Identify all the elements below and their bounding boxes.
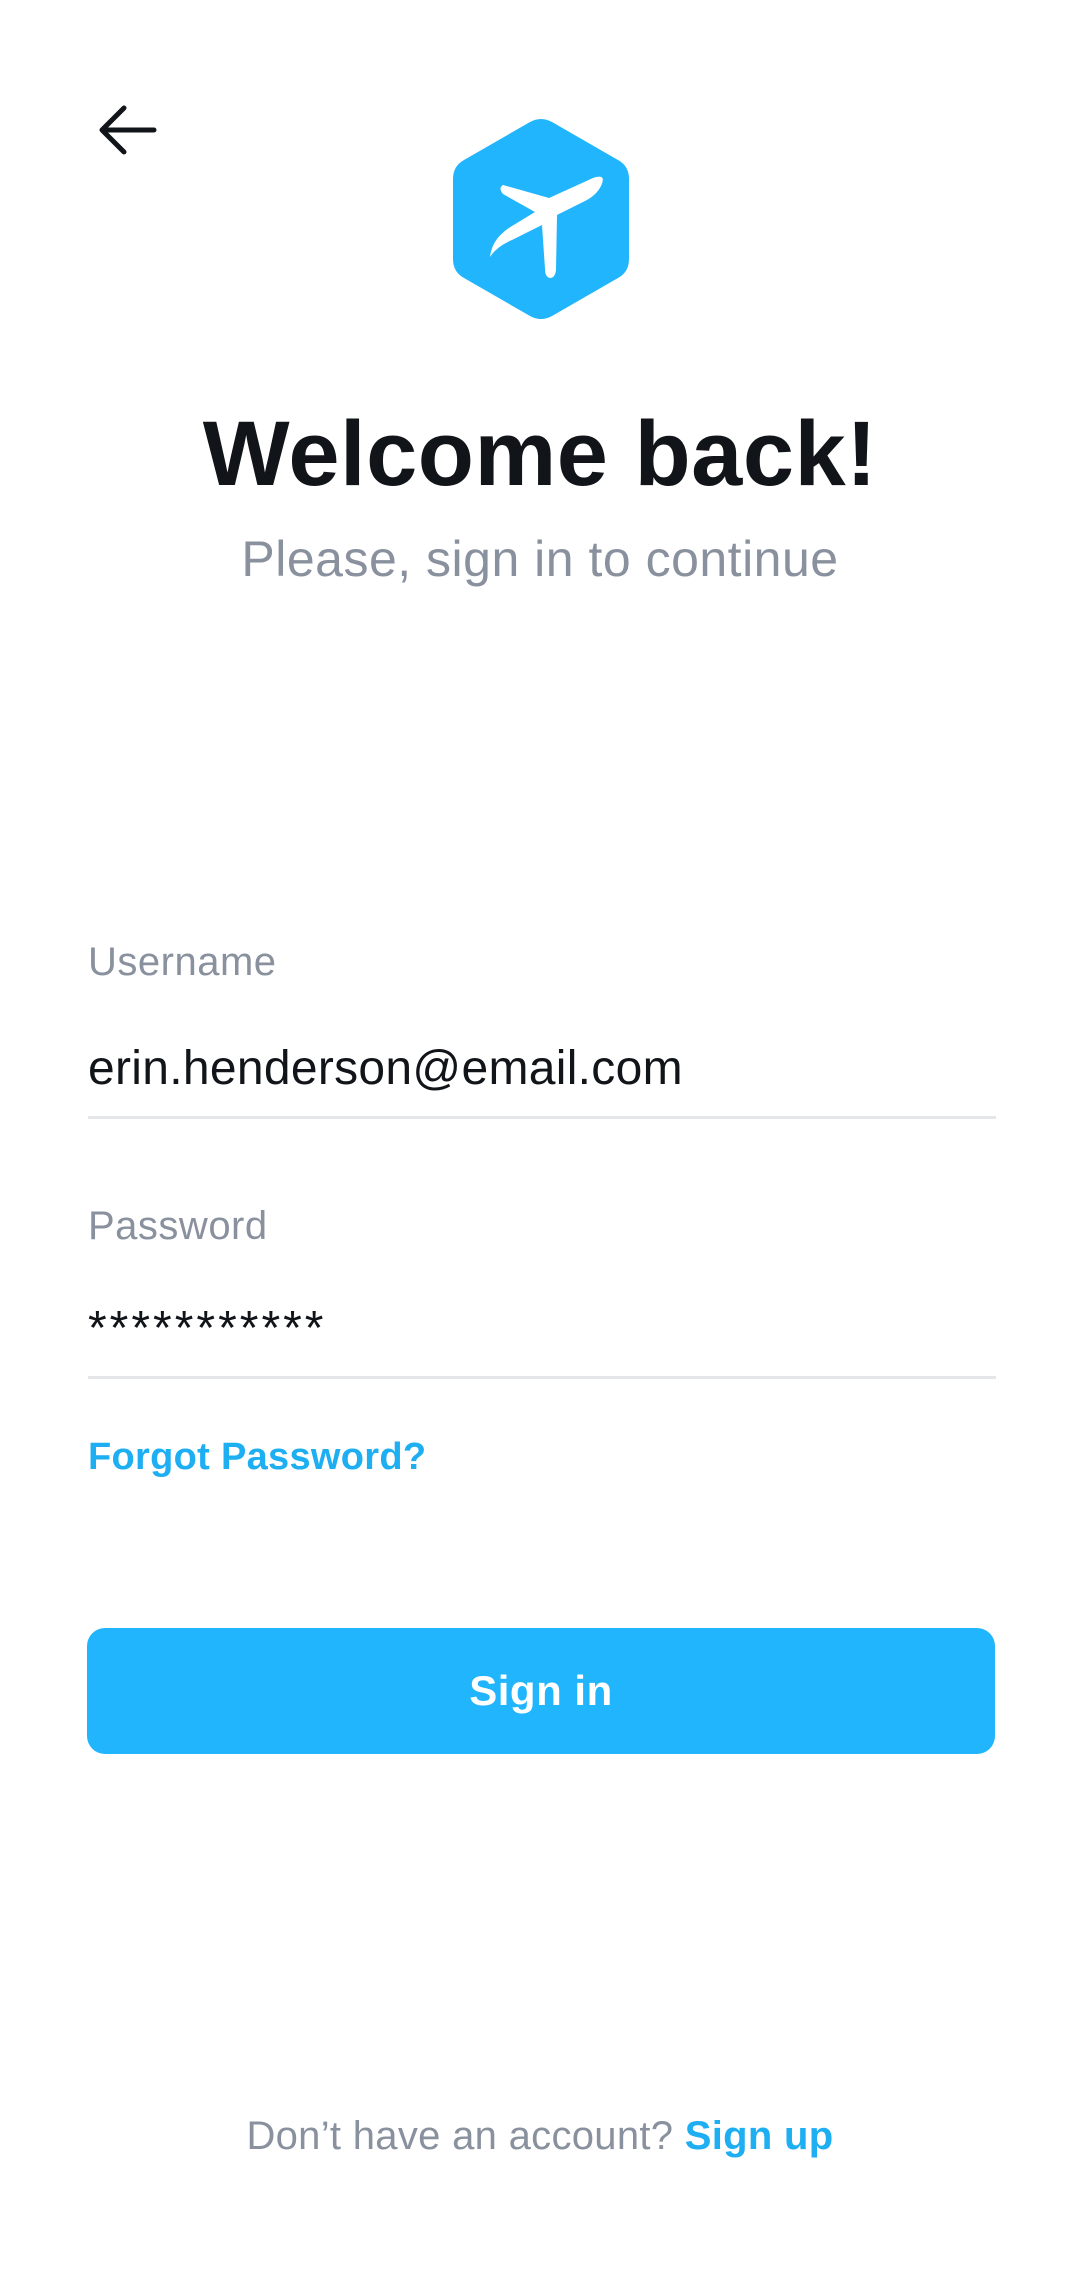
sign-in-button[interactable]: Sign in xyxy=(87,1628,995,1754)
username-field: Username xyxy=(88,940,996,1119)
signup-prompt: Don’t have an account? Sign up xyxy=(0,2114,1080,2159)
username-input[interactable] xyxy=(88,1036,996,1100)
arrow-left-icon xyxy=(98,104,158,161)
back-button[interactable] xyxy=(88,96,168,168)
forgot-password-link[interactable]: Forgot Password? xyxy=(88,1436,426,1479)
signup-prompt-text: Don’t have an account? xyxy=(246,2114,674,2158)
airplane-hexagon-icon xyxy=(450,119,632,326)
password-input[interactable] xyxy=(88,1296,996,1360)
page-title: Welcome back! xyxy=(202,403,878,505)
page-subtitle: Please, sign in to continue xyxy=(241,531,839,587)
sign-up-link[interactable]: Sign up xyxy=(685,2114,834,2158)
password-field: Password xyxy=(88,1204,996,1379)
password-label: Password xyxy=(88,1204,268,1248)
app-logo xyxy=(450,116,632,322)
username-label: Username xyxy=(88,940,277,984)
